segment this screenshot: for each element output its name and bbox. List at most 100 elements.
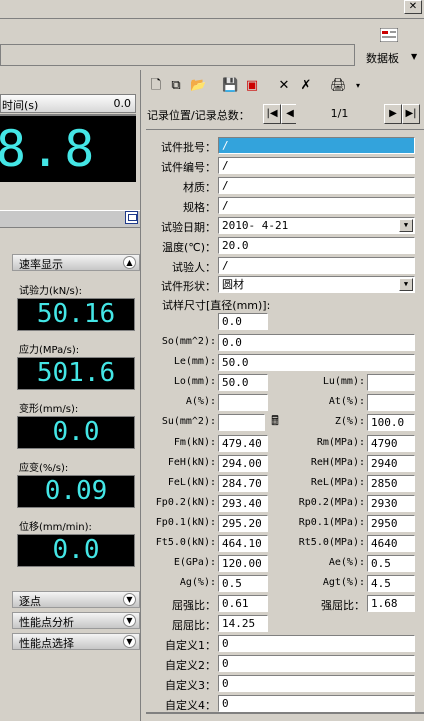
z-label: Z(%):: [334, 416, 365, 427]
new-icon[interactable]: 🗋: [148, 78, 164, 94]
rt50-field[interactable]: 4640: [367, 535, 415, 552]
first-record-button[interactable]: |◀: [263, 104, 281, 124]
divider: [0, 18, 424, 19]
rt50-label: Rt5.0(MPa):: [298, 537, 365, 548]
time-label: 时间(s): [2, 99, 39, 112]
fel-field[interactable]: 284.70: [218, 475, 268, 492]
su-field[interactable]: [218, 414, 265, 431]
copy-icon[interactable]: ⧉: [168, 78, 184, 94]
ae-label: Ae(%):: [328, 557, 365, 568]
fp02-field[interactable]: 293.40: [218, 495, 268, 512]
custom1-label: 自定义1：: [165, 639, 216, 652]
restore-window-icon[interactable]: [125, 211, 138, 224]
fp01-label: Fp0.1(kN):: [155, 517, 216, 528]
chevron-down-icon[interactable]: ▼: [399, 219, 413, 232]
delete-icon[interactable]: ✕: [276, 78, 292, 94]
section-header-analysis[interactable]: 性能点分析 ▼: [12, 612, 140, 629]
section-title: 逐点: [19, 595, 41, 608]
reh-field[interactable]: 2940: [367, 455, 415, 472]
fp01-field[interactable]: 295.20: [218, 515, 268, 532]
data-panel-button[interactable]: 数据板 ▼: [364, 24, 424, 68]
panel-header-bar: [0, 210, 142, 228]
feh-field[interactable]: 294.00: [218, 455, 268, 472]
strength-yield-ratio-field[interactable]: 1.68: [367, 595, 415, 612]
lo-label: Lo(mm):: [173, 376, 216, 387]
export-icon[interactable]: ▣: [244, 78, 260, 94]
e-field[interactable]: 120.00: [218, 555, 268, 572]
status-strip: [0, 44, 355, 66]
custom3-field[interactable]: 0: [218, 675, 415, 692]
section-header-pointwise[interactable]: 逐点 ▼: [12, 591, 140, 608]
next-record-button[interactable]: ▶: [384, 104, 402, 124]
splitter[interactable]: [140, 70, 145, 721]
test-date-picker[interactable]: 2010- 4-21 ▼: [218, 217, 415, 234]
section-header-selection[interactable]: 性能点选择 ▼: [12, 633, 140, 650]
z-field[interactable]: 100.0: [367, 414, 415, 431]
rate-section-title: 速率显示: [19, 258, 63, 271]
yield-ratio-field[interactable]: 14.25: [218, 615, 268, 632]
ft50-field[interactable]: 464.10: [218, 535, 268, 552]
rel-field[interactable]: 2850: [367, 475, 415, 492]
batch-no-label: 试件批号：: [161, 141, 216, 154]
rp01-label: Rp0.1(MPa):: [298, 517, 365, 528]
spec-field[interactable]: /: [218, 197, 415, 214]
agt-label: Agt(%):: [322, 577, 365, 588]
time-header: 时间(s) 0.0: [0, 94, 136, 113]
chevron-down-icon[interactable]: ▾: [350, 78, 366, 94]
rel-label: ReL(MPa):: [310, 477, 365, 488]
agt-field[interactable]: 4.5: [367, 575, 415, 592]
sample-no-field[interactable]: /: [218, 157, 415, 174]
sample-no-label: 试件编号：: [161, 161, 216, 174]
divider: [146, 712, 424, 714]
yield-strength-ratio-field[interactable]: 0.61: [218, 595, 268, 612]
batch-no-field[interactable]: /: [218, 137, 415, 154]
yield-ratio-label: 屈屈比：: [172, 619, 216, 632]
last-record-button[interactable]: ▶|: [402, 104, 420, 124]
clear-icon[interactable]: ✗: [298, 78, 314, 94]
tester-label: 试验人：: [172, 261, 216, 274]
shape-select[interactable]: 圆材 ▼: [218, 276, 415, 293]
material-field[interactable]: /: [218, 177, 415, 194]
chevron-down-icon: ▼: [123, 635, 136, 648]
test-date-value: 2010- 4-21: [222, 219, 289, 232]
rate-label-strain: 应变(%/s):: [19, 463, 69, 474]
rp01-field[interactable]: 2950: [367, 515, 415, 532]
rm-field[interactable]: 4790: [367, 435, 415, 452]
print-icon[interactable]: 🖨: [330, 78, 347, 94]
size-label: 试样尺寸[直径(mm)]:: [162, 299, 271, 312]
custom4-field[interactable]: 0: [218, 695, 415, 712]
shape-value: 圆材: [222, 278, 244, 291]
custom3-label: 自定义3：: [165, 679, 216, 692]
time-value: 8.8: [0, 120, 99, 178]
lo-field[interactable]: 50.0: [218, 374, 268, 391]
fel-label: FeL(kN):: [167, 477, 216, 488]
a-label: A(%):: [185, 396, 216, 407]
close-button[interactable]: ✕: [404, 0, 422, 14]
strength-yield-ratio-label: 强屈比：: [321, 599, 365, 612]
rate-label-force: 试验力(kN/s):: [19, 286, 83, 297]
custom1-field[interactable]: 0: [218, 635, 415, 652]
ag-field[interactable]: 0.5: [218, 575, 268, 592]
fm-field[interactable]: 479.40: [218, 435, 268, 452]
chevron-down-icon[interactable]: ▼: [399, 278, 413, 291]
tester-field[interactable]: /: [218, 257, 415, 274]
at-field[interactable]: [367, 394, 415, 411]
a-field[interactable]: [218, 394, 268, 411]
spec-label: 规格：: [183, 201, 216, 214]
chevron-up-icon: ▲: [123, 256, 136, 269]
chevron-down-icon: ▼: [123, 614, 136, 627]
save-icon[interactable]: 💾: [222, 78, 238, 94]
shape-label: 试件形状：: [161, 280, 216, 293]
le-field[interactable]: 50.0: [218, 354, 415, 371]
rate-section-header[interactable]: 速率显示 ▲: [12, 254, 140, 271]
ae-field[interactable]: 0.5: [367, 555, 415, 572]
size-field[interactable]: 0.0: [218, 313, 268, 330]
so-field[interactable]: 0.0: [218, 334, 415, 351]
rp02-field[interactable]: 2930: [367, 495, 415, 512]
open-icon[interactable]: 📂: [190, 78, 206, 94]
temperature-field[interactable]: 20.0: [218, 237, 415, 254]
lu-field[interactable]: [367, 374, 415, 391]
custom2-field[interactable]: 0: [218, 655, 415, 672]
reh-label: ReH(MPa):: [310, 457, 365, 468]
rate-value-text: 501.6: [36, 358, 116, 388]
